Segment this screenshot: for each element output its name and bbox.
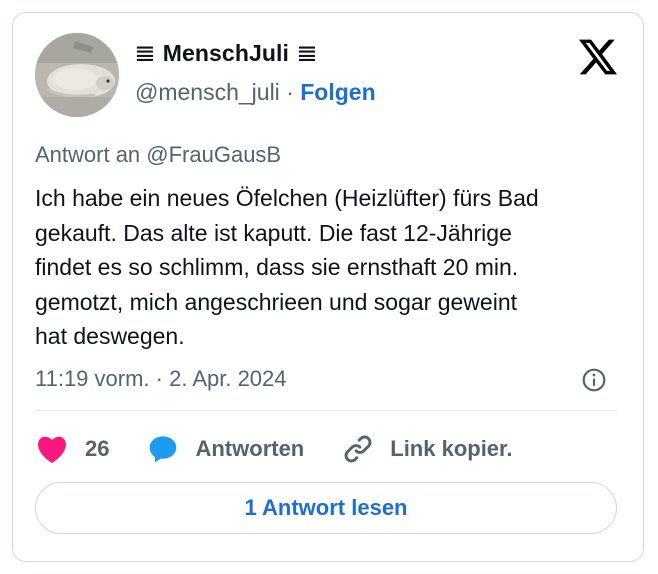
info-icon[interactable]: [581, 367, 607, 393]
tweet-timestamp[interactable]: 11:19 vorm. · 2. Apr. 2024: [35, 366, 287, 392]
copy-link-label: Link kopier.: [390, 436, 513, 461]
avatar-photo: [35, 33, 119, 117]
read-replies-label: 1 Antwort lesen: [244, 495, 408, 520]
x-logo-icon[interactable]: [579, 39, 617, 75]
name-decoration-left: 𝌆: [135, 40, 155, 66]
author-handle[interactable]: @mensch_juli: [135, 79, 280, 105]
heart-icon: [38, 436, 66, 464]
author-handle-row: @mensch_juli · Folgen: [135, 79, 376, 106]
like-button[interactable]: 26: [35, 434, 109, 464]
reply-label: Antworten: [195, 436, 305, 461]
copy-link-button[interactable]: Link kopier.: [342, 433, 513, 465]
tweet-card: 𝌆 MenschJuli 𝌆 @mensch_juli · Folgen Ant…: [12, 12, 644, 562]
speech-bubble-icon: [150, 436, 177, 463]
like-count: 26: [85, 436, 110, 461]
name-decoration-right: 𝌆: [297, 40, 317, 66]
tweet-text: Ich habe ein neues Öfelchen (Heizlüfter)…: [35, 185, 539, 349]
author-name[interactable]: MenschJuli: [163, 40, 289, 67]
avatar[interactable]: [35, 33, 119, 117]
read-replies-button[interactable]: 1 Antwort lesen: [35, 482, 617, 534]
author-name-row[interactable]: 𝌆 MenschJuli 𝌆: [135, 40, 317, 67]
reply-button[interactable]: Antworten: [147, 433, 304, 465]
follow-link[interactable]: Folgen: [300, 79, 375, 105]
divider: [35, 410, 617, 411]
link-icon: [344, 435, 372, 463]
action-bar: 26 Antworten Link kopier.: [35, 431, 551, 467]
separator: ·: [286, 79, 294, 105]
reply-to-line[interactable]: Antwort an @FrauGausB: [35, 142, 281, 168]
